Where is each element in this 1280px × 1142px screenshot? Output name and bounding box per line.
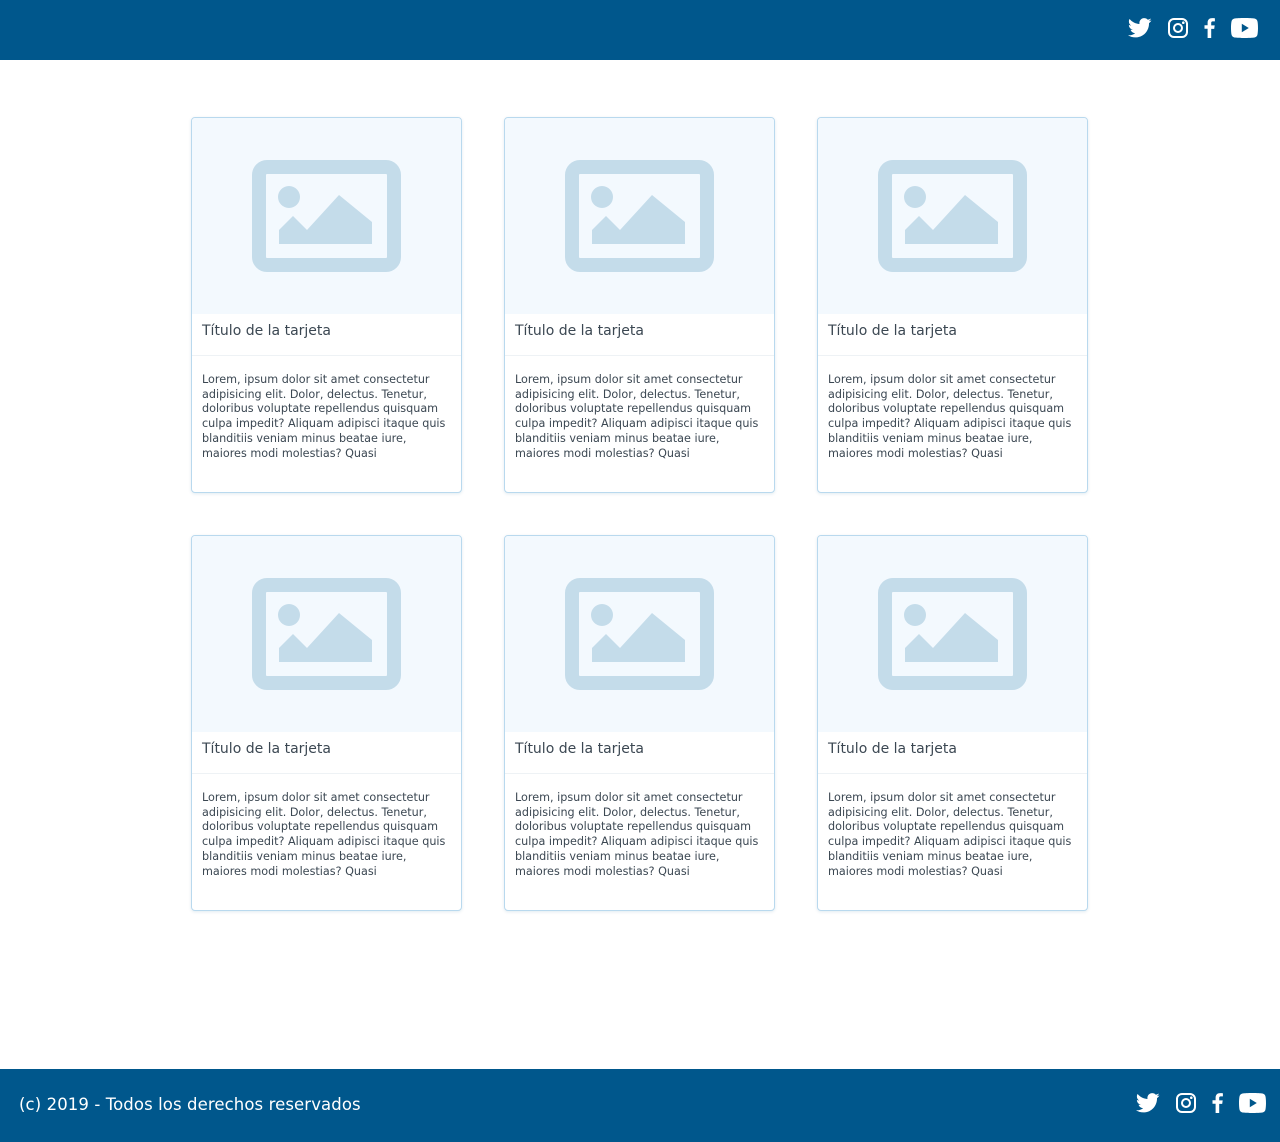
card-image — [505, 536, 774, 732]
image-placeholder-icon — [252, 160, 401, 272]
image-placeholder-icon — [565, 160, 714, 272]
footer-social-links — [1120, 1093, 1266, 1113]
card-image — [818, 536, 1087, 732]
card-body: Lorem, ipsum dolor sit amet consectetur … — [515, 791, 759, 878]
card-title: Título de la tarjeta — [505, 314, 774, 356]
card-grid: Título de la tarjeta Lorem, ipsum dolor … — [191, 117, 1089, 911]
header-youtube-link[interactable] — [1231, 18, 1258, 38]
facebook-icon — [1212, 1093, 1223, 1113]
instagram-icon — [1176, 1093, 1196, 1113]
facebook-icon — [1204, 18, 1215, 38]
copyright-text: (c) 2019 - Todos los derechos reservados — [19, 1095, 361, 1114]
card-image — [192, 118, 461, 314]
instagram-icon — [1168, 18, 1188, 38]
site-footer: (c) 2019 - Todos los derechos reservados — [0, 1069, 1280, 1142]
footer-twitter-link[interactable] — [1136, 1093, 1160, 1113]
youtube-icon — [1231, 18, 1258, 38]
card: Título de la tarjeta Lorem, ipsum dolor … — [191, 117, 462, 493]
card-title: Título de la tarjeta — [505, 732, 774, 774]
card: Título de la tarjeta Lorem, ipsum dolor … — [504, 535, 775, 911]
image-placeholder-icon — [565, 578, 714, 690]
image-placeholder-icon — [878, 578, 1027, 690]
site-header — [0, 0, 1280, 60]
card: Título de la tarjeta Lorem, ipsum dolor … — [504, 117, 775, 493]
twitter-icon — [1136, 1093, 1160, 1113]
twitter-icon — [1128, 18, 1152, 38]
card-title: Título de la tarjeta — [818, 732, 1087, 774]
card-image — [505, 118, 774, 314]
card-body: Lorem, ipsum dolor sit amet consectetur … — [828, 791, 1072, 878]
header-facebook-link[interactable] — [1204, 18, 1215, 38]
footer-instagram-link[interactable] — [1176, 1093, 1196, 1113]
card-image — [818, 118, 1087, 314]
card-title: Título de la tarjeta — [192, 732, 461, 774]
card: Título de la tarjeta Lorem, ipsum dolor … — [817, 535, 1088, 911]
header-social-links — [1112, 18, 1258, 38]
card-body: Lorem, ipsum dolor sit amet consectetur … — [515, 373, 759, 460]
youtube-icon — [1239, 1093, 1266, 1113]
footer-facebook-link[interactable] — [1212, 1093, 1223, 1113]
header-twitter-link[interactable] — [1128, 18, 1152, 38]
card-title: Título de la tarjeta — [818, 314, 1087, 356]
image-placeholder-icon — [252, 578, 401, 690]
header-instagram-link[interactable] — [1168, 18, 1188, 38]
card-body: Lorem, ipsum dolor sit amet consectetur … — [202, 373, 446, 460]
footer-youtube-link[interactable] — [1239, 1093, 1266, 1113]
card: Título de la tarjeta Lorem, ipsum dolor … — [817, 117, 1088, 493]
card-title: Título de la tarjeta — [192, 314, 461, 356]
card-body: Lorem, ipsum dolor sit amet consectetur … — [828, 373, 1072, 460]
card-body: Lorem, ipsum dolor sit amet consectetur … — [202, 791, 446, 878]
image-placeholder-icon — [878, 160, 1027, 272]
card-image — [192, 536, 461, 732]
card: Título de la tarjeta Lorem, ipsum dolor … — [191, 535, 462, 911]
